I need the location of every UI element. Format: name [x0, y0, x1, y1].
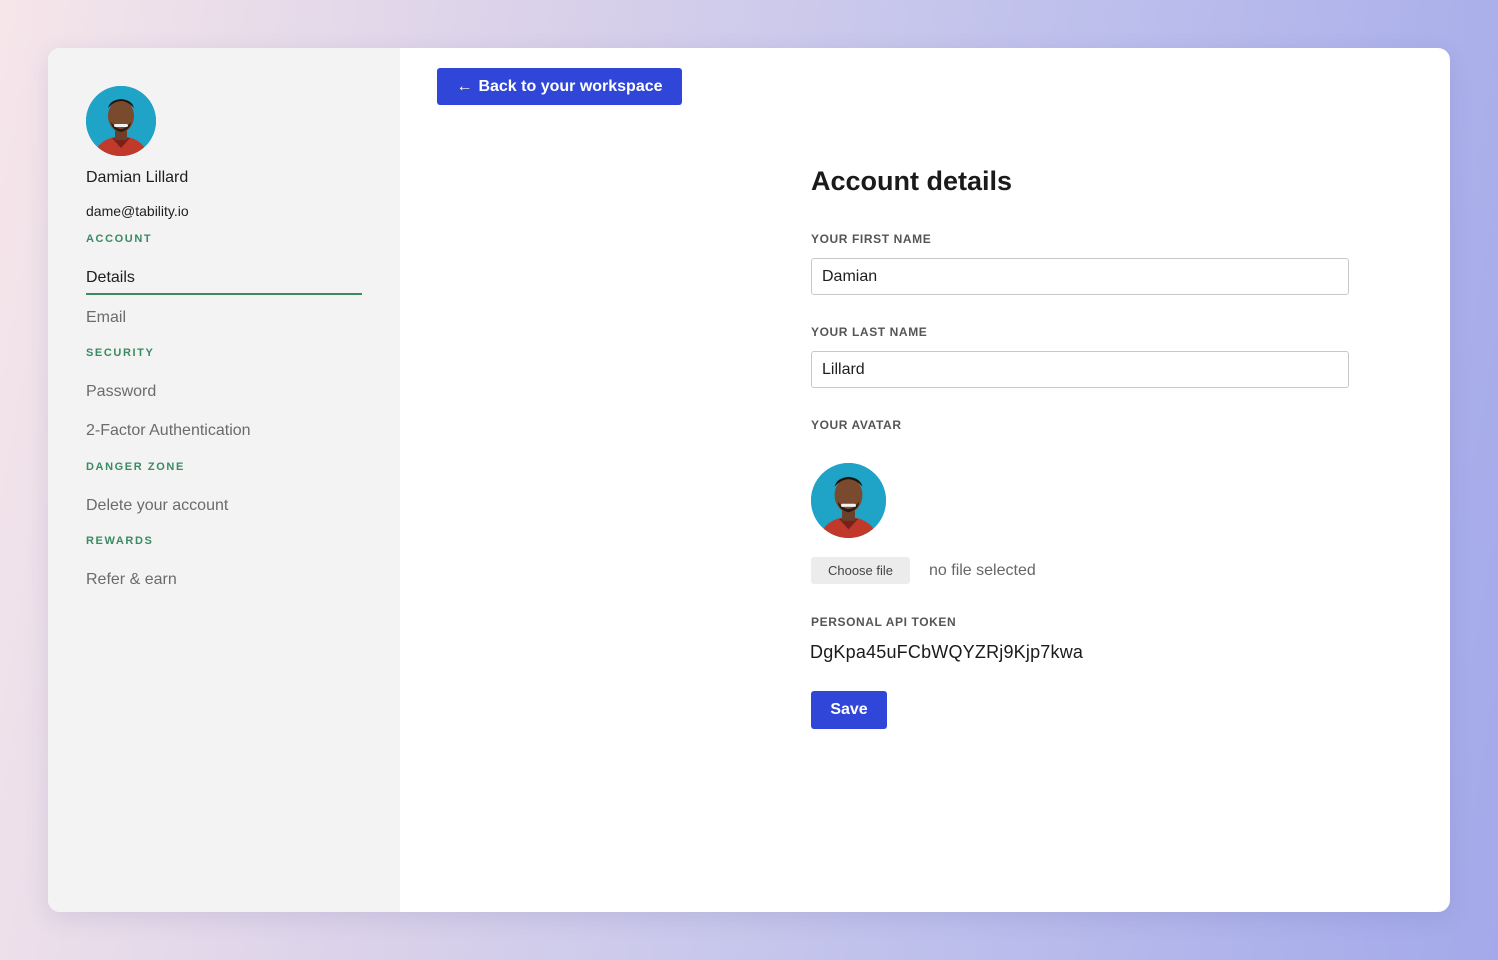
sidebar-item-delete-account[interactable]: Delete your account [86, 497, 228, 515]
user-email: dame@tability.io [86, 203, 189, 219]
user-name: Damian Lillard [86, 169, 189, 186]
api-token-label: PERSONAL API TOKEN [811, 615, 957, 629]
save-button[interactable]: Save [811, 691, 887, 729]
back-to-workspace-button[interactable]: ← Back to your workspace [437, 68, 682, 105]
account-settings-window: Damian Lillard dame@tability.io ACCOUNT … [48, 48, 1450, 912]
sidebar-item-password[interactable]: Password [86, 383, 156, 401]
sidebar-item-2fa[interactable]: 2-Factor Authentication [86, 422, 251, 440]
arrow-left-icon: ← [456, 77, 473, 95]
first-name-input[interactable] [811, 258, 1349, 295]
avatar-preview [811, 463, 886, 538]
first-name-label: YOUR FIRST NAME [811, 232, 932, 246]
file-status-text: no file selected [929, 562, 1036, 579]
user-photo-icon [811, 463, 886, 538]
sidebar-item-refer-earn[interactable]: Refer & earn [86, 571, 177, 589]
user-avatar [86, 86, 156, 156]
sidebar-item-details[interactable]: Details [86, 269, 135, 287]
page-title: Account details [811, 166, 1013, 196]
settings-sidebar: Damian Lillard dame@tability.io ACCOUNT … [48, 48, 400, 912]
section-label-danger-zone: DANGER ZONE [86, 461, 185, 473]
api-token-value: DgKpa45uFCbWQYZRj9Kjp7kwa [810, 642, 1084, 662]
section-label-account: ACCOUNT [86, 233, 153, 245]
section-label-rewards: REWARDS [86, 535, 154, 547]
section-label-security: SECURITY [86, 347, 155, 359]
choose-file-button[interactable]: Choose file [811, 557, 910, 584]
active-tab-indicator [86, 293, 362, 295]
last-name-label: YOUR LAST NAME [811, 325, 928, 339]
last-name-input[interactable] [811, 351, 1349, 388]
avatar-label: YOUR AVATAR [811, 418, 902, 432]
sidebar-item-email[interactable]: Email [86, 309, 126, 327]
user-photo-icon [86, 86, 156, 156]
back-button-label: Back to your workspace [478, 77, 663, 95]
